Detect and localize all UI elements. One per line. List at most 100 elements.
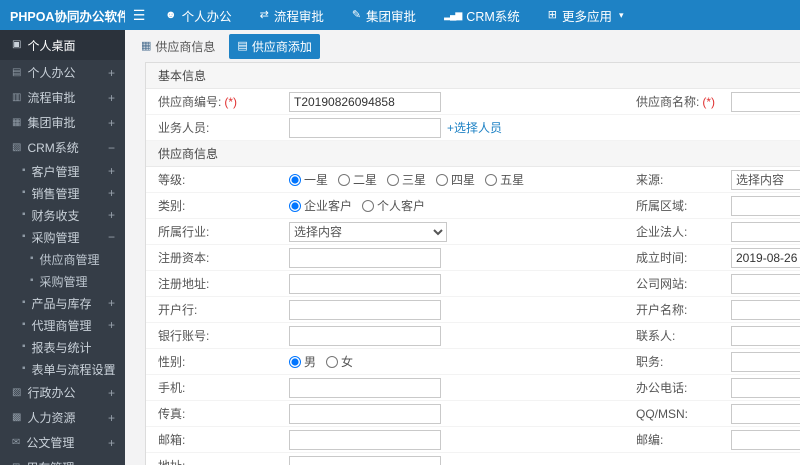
sidebar-item-label: 集团审批	[27, 116, 76, 130]
collapse-icon[interactable]: −	[108, 230, 115, 244]
expand-icon[interactable]: +	[108, 66, 115, 80]
office-phone-input[interactable]	[731, 377, 800, 398]
collapse-icon[interactable]: −	[108, 141, 115, 155]
doc-icon: ✉	[12, 436, 21, 448]
radio-input[interactable]	[485, 173, 498, 186]
sidebar-item-product-inventory[interactable]: ▪ 产品与库存 +	[0, 292, 125, 314]
tab-supplier-info[interactable]: ▦ 供应商信息	[133, 34, 223, 59]
sales-person-input[interactable]	[289, 117, 441, 138]
form-row: 所属行业: 选择内容 企业法人:	[146, 219, 800, 245]
expand-icon[interactable]: +	[108, 461, 115, 465]
expand-icon[interactable]: +	[108, 386, 115, 400]
bank-name-input[interactable]	[289, 299, 441, 320]
section-title: 供应商信息	[146, 141, 800, 167]
radio-input[interactable]	[289, 173, 301, 186]
nav-item-label: 更多应用	[561, 9, 612, 24]
expand-icon[interactable]: +	[108, 91, 115, 105]
source-select[interactable]: 选择内容	[731, 169, 800, 190]
field-label: 公司网站:	[636, 275, 731, 292]
expand-icon[interactable]: +	[108, 411, 115, 425]
registered-address-input[interactable]	[289, 273, 441, 294]
expand-icon[interactable]: +	[108, 208, 115, 222]
nav-group-approval[interactable]: ✎ 集团审批	[352, 6, 416, 25]
level-radio-group-option[interactable]: 一星	[289, 171, 328, 188]
radio-input[interactable]	[387, 173, 400, 186]
supplier-name-input[interactable]	[731, 91, 800, 112]
expand-icon[interactable]: +	[108, 362, 115, 376]
radio-input[interactable]	[338, 173, 351, 186]
expand-icon[interactable]: +	[108, 116, 115, 130]
field-cell: 一星 二星 三星 四星 五星	[289, 171, 636, 188]
expand-icon[interactable]: +	[108, 436, 115, 450]
fax-input[interactable]	[289, 403, 441, 424]
sidebar-item-group-approval[interactable]: ▦ 集团审批 +	[0, 110, 125, 135]
sidebar-item-purchase-mgmt[interactable]: ▪ 采购管理 −	[0, 226, 125, 248]
nav-crm-system[interactable]: ▂▄▆ CRM系统	[444, 6, 520, 25]
field-label: 注册资本:	[146, 249, 289, 266]
level-radio-group-option[interactable]: 二星	[338, 171, 377, 188]
zip-code-input[interactable]	[731, 429, 800, 450]
category-radio-group-option[interactable]: 企业客户	[289, 197, 352, 214]
field-cell	[731, 429, 800, 450]
expand-icon[interactable]: +	[108, 296, 115, 310]
level-radio-group-option[interactable]: 五星	[485, 171, 524, 188]
sidebar-item-supplier-mgmt[interactable]: ▪ 供应商管理	[0, 248, 125, 270]
email-input[interactable]	[289, 429, 441, 450]
contact-person-input[interactable]	[731, 325, 800, 346]
field-label-text: 开户名称:	[636, 303, 688, 317]
sidebar-item-form-flow-settings[interactable]: ▪ 表单与流程设置 +	[0, 358, 125, 380]
company-website-input[interactable]	[731, 273, 800, 294]
legal-person-input[interactable]	[731, 221, 800, 242]
mobile-input[interactable]	[289, 377, 441, 398]
gender-radio-group-option[interactable]: 女	[326, 353, 353, 370]
sidebar-item-agent-mgmt[interactable]: ▪ 代理商管理 +	[0, 314, 125, 336]
nav-personal-office[interactable]: ☻ 个人办公	[165, 6, 232, 25]
region-input[interactable]	[731, 195, 800, 216]
address-input[interactable]	[289, 455, 441, 465]
founded-date-input[interactable]	[731, 247, 800, 268]
sidebar-item-personal-desktop[interactable]: ▣ 个人桌面	[0, 30, 125, 60]
supplier-code-input[interactable]	[289, 91, 441, 112]
sidebar-item-crm-system[interactable]: ▧ CRM系统 −	[0, 135, 125, 160]
sidebar-item-reports-stats[interactable]: ▪ 报表与统计	[0, 336, 125, 358]
sidebar-item-document-mgmt[interactable]: ✉ 公文管理 +	[0, 430, 125, 455]
expand-icon[interactable]: +	[108, 164, 115, 178]
industry-select[interactable]: 选择内容	[289, 221, 447, 242]
sidebar-item-purchase-sub[interactable]: ▪ 采购管理	[0, 270, 125, 292]
radio-input[interactable]	[362, 199, 375, 212]
nav-more-apps[interactable]: ⊞ 更多应用 ▾	[548, 6, 624, 25]
field-cell: 男女	[289, 353, 636, 370]
radio-input[interactable]	[436, 173, 449, 186]
registered-capital-input[interactable]	[289, 247, 441, 268]
level-radio-group-option[interactable]: 三星	[387, 171, 426, 188]
gender-radio-group-option[interactable]: 男	[289, 353, 316, 370]
select-person-link[interactable]: +选择人员	[447, 119, 502, 136]
field-cell	[731, 195, 800, 216]
sidebar-item-customer-mgmt[interactable]: ▪ 客户管理 +	[0, 160, 125, 182]
sidebar-item-sales-mgmt[interactable]: ▪ 销售管理 +	[0, 182, 125, 204]
sidebar-item-process-approval[interactable]: ▥ 流程审批 +	[0, 85, 125, 110]
sidebar-item-personal-office[interactable]: ▤ 个人办公 +	[0, 60, 125, 85]
expand-icon[interactable]: +	[108, 186, 115, 200]
bank-account-input[interactable]	[289, 325, 441, 346]
sidebar-item-admin-office[interactable]: ▨ 行政办公 +	[0, 380, 125, 405]
level-radio-group-option[interactable]: 四星	[436, 171, 475, 188]
nav-process-approval[interactable]: ⇄ 流程审批	[260, 6, 324, 25]
sidebar-item-hr[interactable]: ▩ 人力资源 +	[0, 405, 125, 430]
radio-option-label: 女	[341, 355, 354, 369]
account-name-input[interactable]	[731, 299, 800, 320]
expand-icon[interactable]: +	[108, 318, 115, 332]
sidebar-item-label: 个人办公	[27, 66, 76, 80]
sidebar-item-vehicle-mgmt[interactable]: ⊞用车管理+	[0, 455, 125, 465]
radio-input[interactable]	[289, 199, 301, 212]
sidebar-item-finance[interactable]: ▪ 财务收支 +	[0, 204, 125, 226]
field-label-text: 注册地址:	[158, 277, 210, 291]
field-label: 开户行:	[146, 301, 289, 318]
qq-msn-input[interactable]	[731, 403, 800, 424]
radio-input[interactable]	[289, 355, 301, 368]
category-radio-group-option[interactable]: 个人客户	[362, 197, 425, 214]
menu-toggle-icon[interactable]: ☰	[125, 7, 153, 24]
radio-input[interactable]	[326, 355, 339, 368]
position-input[interactable]	[731, 351, 800, 372]
tab-supplier-add[interactable]: ▤ 供应商添加	[229, 33, 320, 59]
